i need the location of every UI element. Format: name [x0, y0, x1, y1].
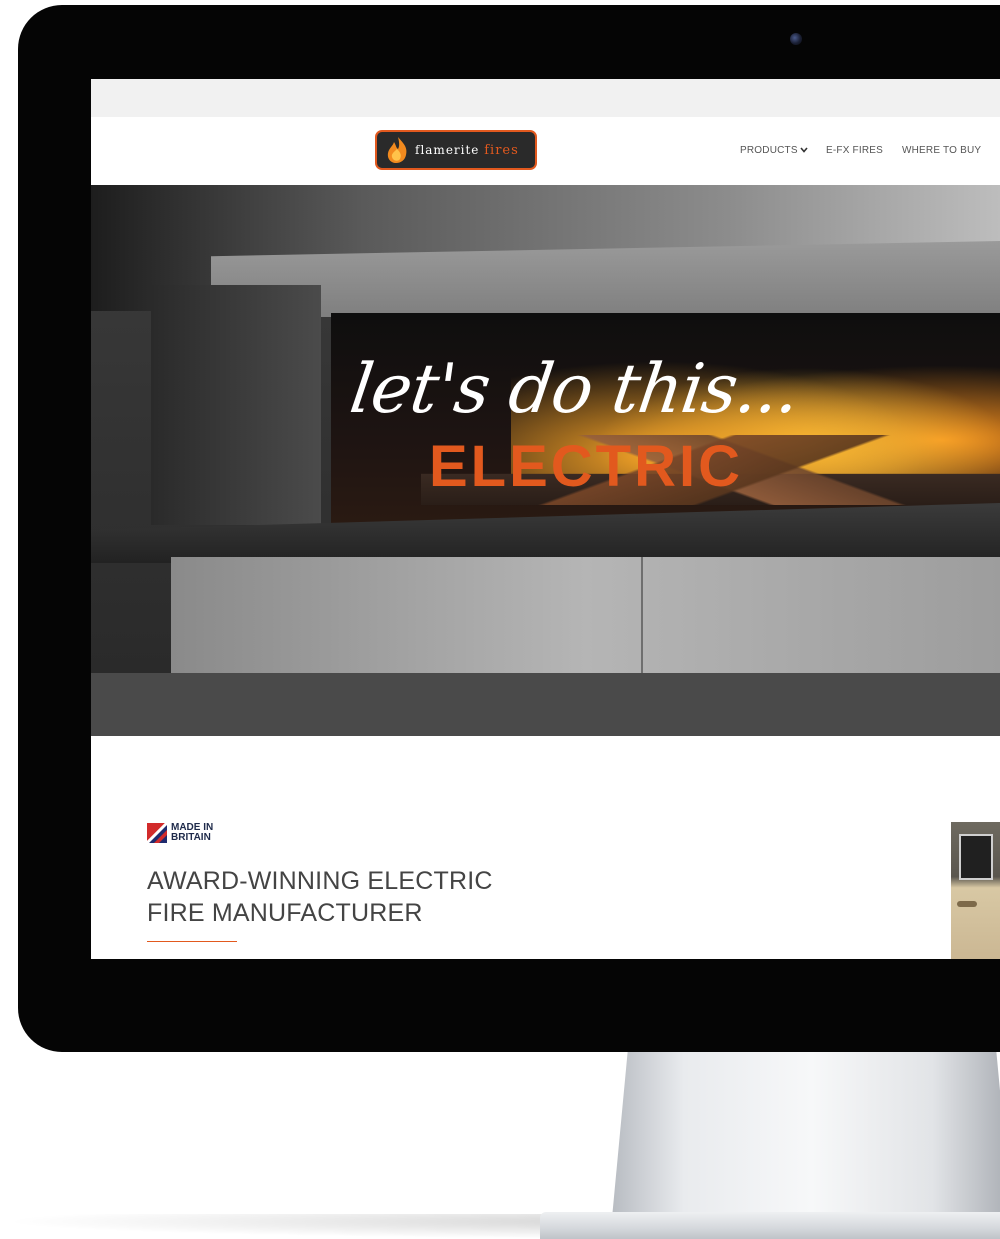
nav-products[interactable]: PRODUCTS: [740, 145, 808, 156]
webcam-icon: [790, 33, 802, 45]
logo-text: flamerite fires: [415, 143, 519, 158]
side-photo-handle: [957, 901, 977, 907]
chevron-down-icon: [800, 147, 808, 153]
nav-where-label: WHERE TO BUY: [902, 145, 982, 156]
top-bar: [91, 79, 1000, 117]
section-headline: AWARD-WINNING ELECTRIC FIRE MANUFACTURER: [147, 865, 493, 929]
hero-script-text: let's do this...: [345, 350, 804, 429]
hero-cabinet-seam: [641, 557, 643, 673]
nav-where-to-buy[interactable]: WHERE TO BUY: [902, 145, 981, 156]
made-in-britain-badge: MADE IN BRITAIN: [147, 823, 213, 843]
nav-efx-label: E-FX FIRES: [826, 145, 884, 156]
section-headline-line1: AWARD-WINNING ELECTRIC: [147, 867, 493, 895]
browser-screen: flamerite fires PRODUCTS E-FX FIRES WHER…: [91, 79, 1000, 959]
union-flag-icon: [147, 823, 167, 843]
flame-icon: [387, 137, 407, 163]
logo-name: flamerite: [415, 142, 480, 157]
site-header: flamerite fires PRODUCTS E-FX FIRES WHER…: [91, 117, 1000, 185]
hero-headline: ELECTRIC: [429, 434, 743, 499]
side-photo-frame: [959, 834, 993, 880]
nav-efx-fires[interactable]: E-FX FIRES: [826, 145, 883, 156]
nav-products-label: PRODUCTS: [740, 145, 798, 156]
hero-banner: let's do this... ELECTRIC: [91, 185, 1000, 673]
monitor-stand: [612, 1048, 1000, 1218]
badge-line2: BRITAIN: [171, 832, 211, 843]
intro-section: MADE IN BRITAIN AWARD-WINNING ELECTRIC F…: [91, 736, 1000, 959]
section-headline-line2: FIRE MANUFACTURER: [147, 899, 423, 927]
site-logo[interactable]: flamerite fires: [375, 130, 537, 170]
hero-left-panel: [151, 285, 321, 525]
badge-text: MADE IN BRITAIN: [171, 823, 213, 843]
logo-suffix: fires: [484, 142, 519, 158]
headline-underline: [147, 941, 237, 942]
monitor-stand-base: [540, 1212, 1000, 1239]
hero-bottom-band: [91, 673, 1000, 736]
hero-cabinet: [171, 557, 1000, 673]
